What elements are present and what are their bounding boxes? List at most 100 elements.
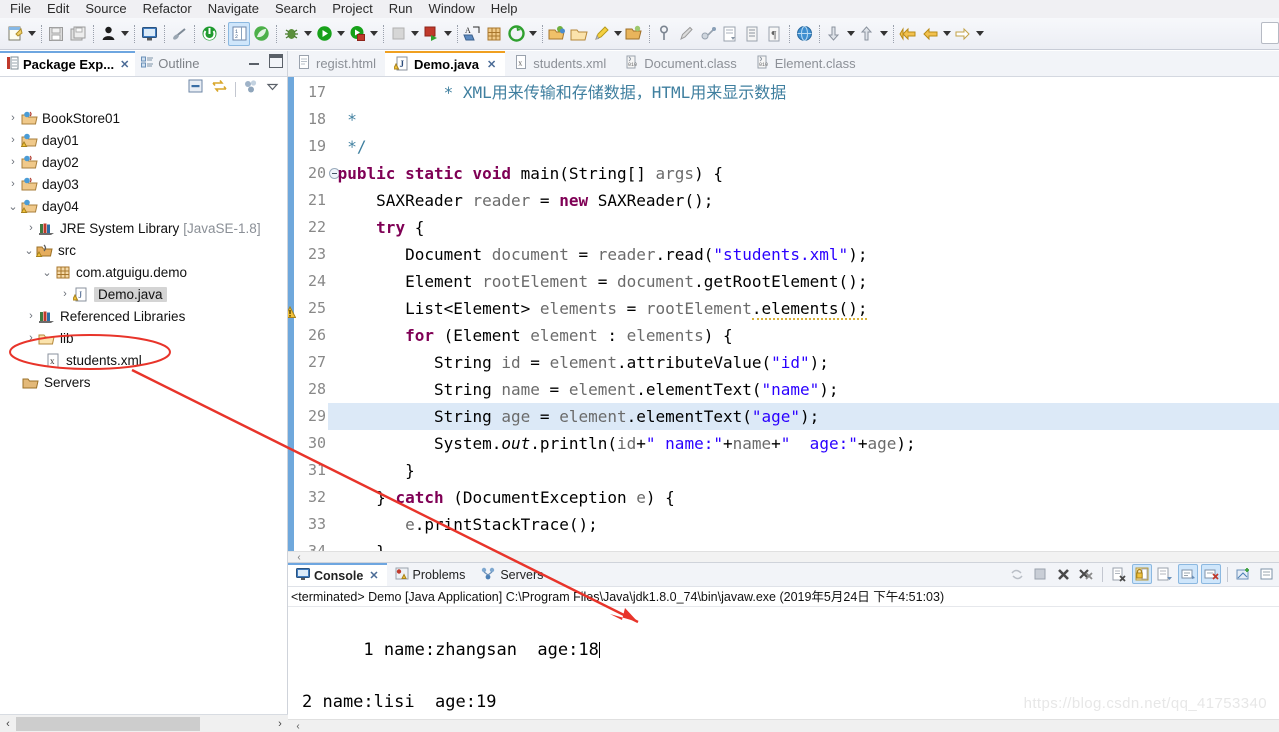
- next-annotation-icon[interactable]: [823, 22, 845, 46]
- tree-item-day03[interactable]: › day03: [0, 173, 287, 195]
- remove-all-terminated-icon[interactable]: [1076, 564, 1096, 584]
- tree-item-demo-java[interactable]: › J Demo.java: [0, 283, 287, 305]
- run-server-dropdown-arrow[interactable]: [442, 22, 453, 46]
- new-package-icon[interactable]: [483, 22, 505, 46]
- display-selected-console-icon[interactable]: [1234, 564, 1254, 584]
- tree-item-day04[interactable]: ⌄ day04: [0, 195, 287, 217]
- tree-item-lib[interactable]: › lib: [0, 327, 287, 349]
- debug-dropdown-arrow[interactable]: [302, 22, 313, 46]
- java-perspective-icon[interactable]: 12: [228, 21, 250, 46]
- tree-item-com-atguigu-demo[interactable]: ⌄ com.atguigu.demo: [0, 261, 287, 283]
- run-dropdown-arrow[interactable]: [335, 22, 346, 46]
- tab-demo-java[interactable]: J Demo.java ✕: [384, 51, 506, 76]
- tab-console[interactable]: Console ✕: [288, 563, 387, 586]
- code-line[interactable]: System.out.println(id+" name:"+name+" ag…: [328, 430, 1279, 457]
- view-menu-icon[interactable]: [243, 79, 259, 99]
- code-line[interactable]: *: [328, 106, 1279, 133]
- new-dropdown-arrow[interactable]: [26, 22, 37, 46]
- tree-item-src[interactable]: ⌄ src: [0, 239, 287, 261]
- tab-regist-html[interactable]: regist.html: [288, 51, 385, 76]
- chevron-right-icon[interactable]: ›: [24, 222, 38, 234]
- code-line[interactable]: List<Element> elements = rootElement.ele…: [328, 295, 1279, 322]
- next-dropdown-arrow[interactable]: [845, 22, 856, 46]
- menu-item-edit[interactable]: Edit: [39, 0, 77, 18]
- console-output[interactable]: 1 name:zhangsan age:18 2 name:lisi age:1…: [288, 607, 1279, 732]
- tab-servers[interactable]: Servers: [473, 563, 551, 586]
- warning-marker-icon[interactable]: [288, 301, 297, 318]
- back-icon[interactable]: [897, 22, 919, 46]
- person-dropdown-arrow[interactable]: [119, 22, 130, 46]
- chevron-right-icon[interactable]: ›: [24, 332, 38, 344]
- scrollbar-track[interactable]: [16, 716, 272, 731]
- document-icon[interactable]: [741, 22, 763, 46]
- menu-item-run[interactable]: Run: [381, 0, 421, 18]
- scroll-left-arrow-icon[interactable]: ‹: [0, 718, 16, 730]
- web-browser-icon[interactable]: [793, 22, 815, 46]
- save-all-icon[interactable]: [67, 22, 89, 46]
- code-line[interactable]: String name = element.elementText("name"…: [328, 376, 1279, 403]
- close-icon[interactable]: ✕: [369, 569, 378, 582]
- code-line[interactable]: String id = element.attributeValue("id")…: [328, 349, 1279, 376]
- tree-item-jre-system-library[interactable]: › JRE System Library [JavaSE-1.8]: [0, 217, 287, 239]
- code-line[interactable]: String age = element.elementText("age");: [328, 403, 1279, 430]
- chevron-right-icon[interactable]: ›: [58, 288, 72, 300]
- stop-dropdown-arrow[interactable]: [409, 22, 420, 46]
- code-line[interactable]: */: [328, 133, 1279, 160]
- code-line[interactable]: for (Element element : elements) {: [328, 322, 1279, 349]
- minimize-button[interactable]: [247, 54, 261, 68]
- chevron-right-icon[interactable]: ›: [6, 112, 20, 124]
- scroll-right-arrow-icon[interactable]: ›: [272, 718, 288, 730]
- search-input[interactable]: [1261, 22, 1279, 44]
- highlight-dropdown-arrow[interactable]: [612, 22, 623, 46]
- editor-horizontal-scrollbar[interactable]: ‹: [288, 551, 1279, 563]
- save-icon[interactable]: [45, 22, 67, 46]
- view-dropdown-icon[interactable]: [266, 80, 279, 98]
- chevron-right-icon[interactable]: ›: [24, 310, 38, 322]
- forward-back-dropdown-arrow[interactable]: [941, 22, 952, 46]
- refactor-icon[interactable]: [697, 22, 719, 46]
- tree-item-day01[interactable]: › day01: [0, 129, 287, 151]
- code-line[interactable]: e.printStackTrace();: [328, 511, 1279, 538]
- debug-icon[interactable]: [280, 22, 302, 46]
- terminate-icon[interactable]: [198, 22, 220, 46]
- tab-students-xml[interactable]: x students.xml: [505, 51, 615, 76]
- maximize-button[interactable]: [269, 54, 283, 68]
- git-dropdown-arrow[interactable]: [527, 22, 538, 46]
- highlight-icon[interactable]: [590, 22, 612, 46]
- chevron-right-icon[interactable]: ›: [6, 134, 20, 146]
- tree-item-day02[interactable]: › day02: [0, 151, 287, 173]
- tree-item-referenced-libraries[interactable]: › Referenced Libraries: [0, 305, 287, 327]
- chevron-right-icon[interactable]: ›: [6, 178, 20, 190]
- menu-item-project[interactable]: Project: [324, 0, 380, 18]
- open-type-icon[interactable]: A: [461, 22, 483, 46]
- code-line[interactable]: SAXReader reader = new SAXReader();: [328, 187, 1279, 214]
- run-as-dropdown-arrow[interactable]: [368, 22, 379, 46]
- console-icon[interactable]: [138, 22, 160, 46]
- toggle-breadcrumb-icon[interactable]: [168, 22, 190, 46]
- spring-leaf-icon[interactable]: [250, 22, 272, 46]
- tab-problems[interactable]: Problems: [387, 563, 474, 586]
- source-code-text[interactable]: * XML用来传输和存储数据，HTML用来显示数据 * */ public st…: [328, 77, 1279, 551]
- menu-item-refactor[interactable]: Refactor: [135, 0, 200, 18]
- scroll-lock-icon[interactable]: [1132, 564, 1152, 584]
- run-server-icon[interactable]: [420, 22, 442, 46]
- close-icon[interactable]: ✕: [120, 58, 129, 71]
- forward-back-icon[interactable]: [919, 22, 941, 46]
- menu-item-search[interactable]: Search: [267, 0, 324, 18]
- open-project-icon[interactable]: [623, 22, 645, 46]
- scroll-left-arrow-icon[interactable]: ‹: [288, 552, 310, 563]
- menu-item-help[interactable]: Help: [483, 0, 526, 18]
- collapse-all-icon[interactable]: [188, 79, 204, 99]
- left-panel-horizontal-scrollbar[interactable]: ‹ ›: [0, 714, 288, 732]
- tab-outline[interactable]: Outline: [135, 51, 205, 76]
- menu-item-file[interactable]: File: [2, 0, 39, 18]
- code-view[interactable]: 17 18 19 20 21 22 23 24 25 26 27 28 29 30 31 32 33 34 * X…: [288, 77, 1279, 551]
- tab-element-class[interactable]: 010 Element.class: [746, 51, 865, 76]
- scrollbar-thumb[interactable]: [16, 716, 201, 731]
- chevron-down-icon[interactable]: ⌄: [6, 200, 20, 213]
- forward-dropdown-arrow[interactable]: [974, 22, 985, 46]
- code-line[interactable]: public static void main(String[] args) {: [328, 160, 1279, 187]
- code-line[interactable]: Document document = reader.read("student…: [328, 241, 1279, 268]
- open-console-icon[interactable]: [1257, 564, 1277, 584]
- person-icon[interactable]: [97, 22, 119, 46]
